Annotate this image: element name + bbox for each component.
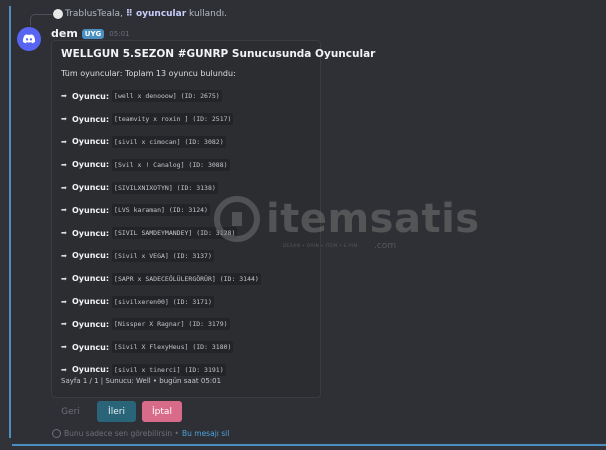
player-label: Oyuncu:: [72, 274, 110, 284]
ephemeral-highlight-bar: [9, 6, 11, 438]
list-item: ➡ Oyuncu: [Svil x ! Canalog] (ID: 3088): [61, 153, 311, 176]
list-item: ➡ Oyuncu: [sivilxeren00] (ID: 3171): [61, 290, 311, 313]
player-entry: [LVS karaman] (ID: 3124): [112, 204, 210, 217]
player-entry: [sivil x tinerci] (ID: 3191): [112, 363, 226, 376]
command-name: oyuncular: [135, 9, 187, 19]
player-entry: [well x denooow] (ID: 2675): [112, 90, 222, 103]
embed-description: Tüm oyuncular: Toplam 13 oyuncu bulundu:: [61, 69, 236, 78]
watermark: itemsatis: [214, 196, 480, 242]
next-button[interactable]: İleri: [97, 401, 136, 422]
player-label: Oyuncu:: [72, 91, 110, 101]
player-label: Oyuncu:: [72, 205, 110, 215]
player-label: Oyuncu:: [72, 365, 110, 375]
player-label: Oyuncu:: [72, 319, 110, 329]
player-label: Oyuncu:: [72, 342, 110, 352]
watermark-logo-icon: [214, 196, 260, 242]
player-label: Oyuncu:: [72, 228, 110, 238]
player-entry: [Sivil X FlexyHeus] (ID: 3180): [112, 341, 234, 354]
eye-icon: [52, 429, 61, 438]
player-entry: [Sivil x VEGA] (ID: 3137): [112, 249, 214, 262]
back-button[interactable]: Geri: [51, 401, 90, 422]
player-label: Oyuncu:: [72, 251, 110, 261]
list-item: ➡ Oyuncu: [sivil x cimocan] (ID: 3082): [61, 131, 311, 154]
app-badge: UYG: [81, 28, 105, 39]
arrow-right-icon: ➡: [61, 115, 67, 124]
player-entry: [sivil x cimocan] (ID: 3082): [112, 135, 226, 148]
arrow-right-icon: ➡: [61, 206, 67, 215]
ephemeral-note: Bunu sadece sen görebilirsin • Bu mesajı…: [52, 429, 229, 438]
reply-suffix: kullandı: [189, 9, 225, 19]
discord-logo-icon: [22, 34, 36, 44]
player-label: Oyuncu:: [72, 114, 110, 124]
embed-title: WELLGUN 5.SEZON #GUNRP Sunucusunda Oyunc…: [61, 48, 376, 60]
author-name[interactable]: dem: [51, 27, 78, 40]
arrow-right-icon: ➡: [61, 297, 67, 306]
reply-avatar[interactable]: [53, 9, 63, 19]
list-item: ➡ Oyuncu: [Sivil X FlexyHeus] (ID: 3180): [61, 336, 311, 359]
arrow-right-icon: ➡: [61, 343, 67, 352]
delete-message-link[interactable]: Bu mesajı sil: [182, 429, 229, 438]
reply-username[interactable]: TrablusTeala: [65, 9, 120, 19]
player-entry: [Nissper X Ragnar] (ID: 3179): [112, 318, 230, 331]
player-label: Oyuncu:: [72, 160, 110, 170]
player-entry: [Svil x ! Canalog] (ID: 3088): [112, 158, 230, 171]
bottom-divider: [12, 444, 606, 446]
command-mention[interactable]: ⠿ oyuncular: [126, 9, 186, 19]
watermark-brand: itemsatis: [266, 196, 480, 242]
arrow-right-icon: ➡: [61, 320, 67, 329]
arrow-right-icon: ➡: [61, 160, 67, 169]
player-entry: [teamvity x roxin ] (ID: 2517): [112, 113, 234, 126]
message-header: dem UYG 05:01: [51, 27, 129, 40]
arrow-right-icon: ➡: [61, 137, 67, 146]
arrow-right-icon: ➡: [61, 229, 67, 238]
list-item: ➡ Oyuncu: [Sivil x VEGA] (ID: 3137): [61, 245, 311, 268]
watermark-domain: .com: [374, 241, 397, 251]
watermark-tagline: DESAN • OAIN • ITEM • E-PIN: [283, 244, 358, 249]
player-label: Oyuncu:: [72, 183, 110, 193]
avatar[interactable]: [17, 27, 41, 51]
embed-footer: Sayfa 1 / 1 | Sunucu: Well • bugün saat …: [61, 377, 222, 385]
ephemeral-text: Bunu sadece sen görebilirsin •: [64, 429, 179, 438]
list-item: ➡ Oyuncu: [SAPR x SADECEÖLÜLERGÖRÜR] (ID: …: [61, 267, 311, 290]
arrow-right-icon: ➡: [61, 365, 67, 374]
player-entry: [sivilxeren00] (ID: 3171): [112, 295, 214, 308]
player-label: Oyuncu:: [72, 297, 110, 307]
player-entry: [SIVILXNIXOTYN] (ID: 3138): [112, 181, 218, 194]
player-label: Oyuncu:: [72, 137, 110, 147]
list-item: ➡ Oyuncu: [well x denooow] (ID: 2675): [61, 85, 311, 108]
list-item: ➡ Oyuncu: [Nissper X Ragnar] (ID: 3179): [61, 313, 311, 336]
player-entry: [SAPR x SADECEÖLÜLERGÖRÜR] (ID: 3144): [112, 272, 261, 285]
arrow-right-icon: ➡: [61, 183, 67, 192]
list-item: ➡ Oyuncu: [teamvity x roxin ] (ID: 2517): [61, 108, 311, 131]
message-timestamp[interactable]: 05:01: [109, 30, 129, 38]
reply-context: TrablusTeala, ⠿ oyuncular kullandı.: [65, 9, 227, 19]
reply-spine: [30, 14, 52, 26]
arrow-right-icon: ➡: [61, 274, 67, 283]
arrow-right-icon: ➡: [61, 251, 67, 260]
arrow-right-icon: ➡: [61, 92, 67, 101]
cancel-button[interactable]: İptal: [142, 401, 182, 422]
